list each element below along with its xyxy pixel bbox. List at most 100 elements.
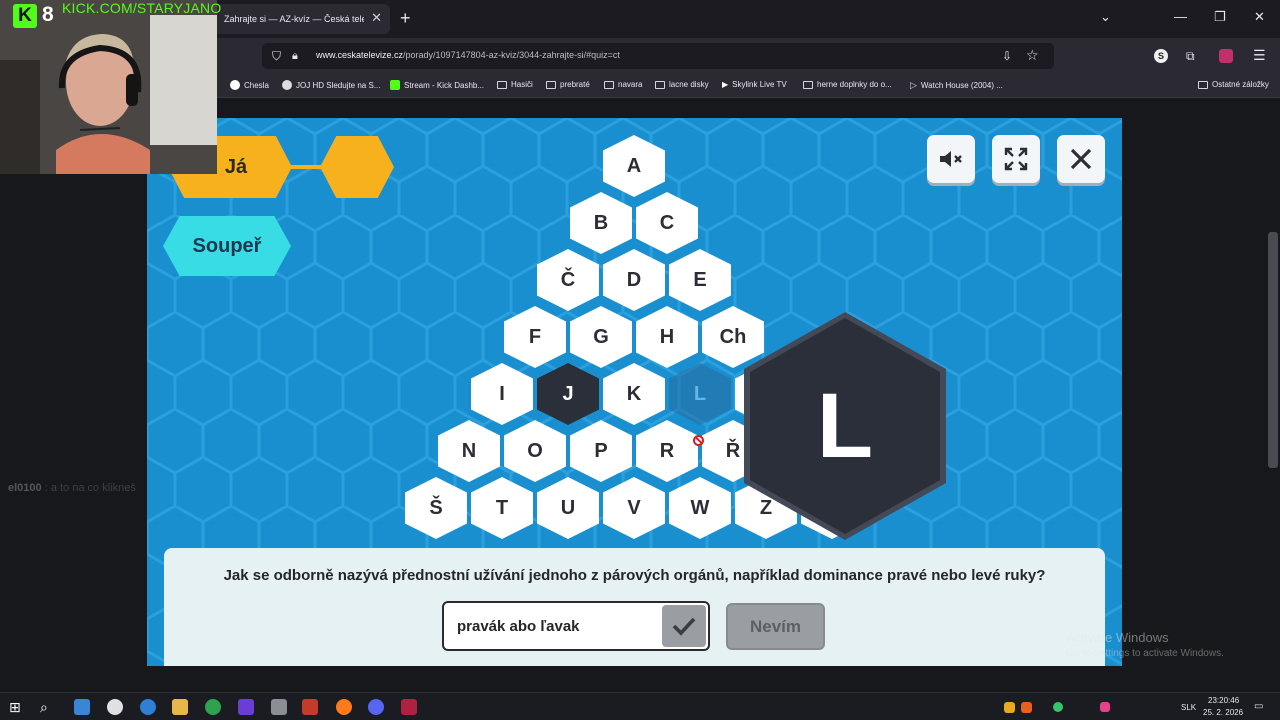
tab-list-chevron-icon[interactable]: ⌄ (1100, 10, 1111, 24)
question-panel: Jak se odborně nazývá přednostní užívání… (164, 548, 1105, 666)
clock-date[interactable]: 25. 2. 2026 (1203, 708, 1243, 717)
google-icon (230, 80, 240, 90)
bookmark-label: JOJ HD Sledujte na S... (296, 80, 381, 90)
save-to-pocket-icon[interactable]: ⇩ (1002, 49, 1012, 63)
bookmark-item[interactable]: lacne disky (655, 80, 709, 89)
discord-icon[interactable] (368, 699, 384, 715)
letter-hex-label: R (659, 439, 675, 462)
viewer-count: 8 (42, 3, 54, 26)
bookmark-item[interactable]: Chesla (230, 80, 269, 90)
activate-windows-subtitle: Go to Settings to activate Windows. (1066, 648, 1224, 659)
folder-icon (604, 80, 614, 89)
player-opponent-label: Soupeř (192, 234, 262, 257)
extensions-icon[interactable]: ⧉ (1186, 49, 1195, 63)
notification-icon[interactable]: ▭ (1254, 701, 1263, 712)
tray-icon[interactable] (1053, 702, 1063, 712)
profile-avatar[interactable]: S (1154, 49, 1168, 63)
taskbar: ⊞ ⌕ SLK 23:20:46 25. 2. 2026 ▭ (0, 692, 1280, 720)
submit-answer-button[interactable] (662, 605, 706, 647)
letter-hex-label: F (528, 325, 542, 348)
bookmark-item[interactable]: navara (604, 80, 642, 89)
letter-hex-label: Z (759, 496, 773, 519)
other-bookmarks-label: Ostatné záložky (1212, 80, 1269, 89)
bookmark-star-icon[interactable]: ☆ (1026, 48, 1039, 62)
letter-hex-label: I (499, 382, 505, 405)
bookmark-item[interactable]: prebraté (546, 80, 590, 89)
maximize-button[interactable]: ❐ (1214, 10, 1226, 24)
close-window-button[interactable]: ✕ (1254, 10, 1265, 24)
letter-hex-label: G (593, 325, 609, 348)
close-game-button[interactable] (1057, 135, 1105, 183)
mute-button[interactable] (927, 135, 975, 183)
app-icon[interactable] (401, 699, 417, 715)
bookmark-item[interactable]: Hasiči (497, 80, 533, 89)
url-text[interactable]: www.ceskatelevize.cz/porady/1097147804-a… (316, 50, 620, 60)
bookmark-item[interactable]: ▶ Skylink Live TV (722, 80, 787, 89)
close-icon (1070, 148, 1092, 170)
clock-time[interactable]: 23:20:46 (1208, 696, 1239, 705)
letter-hex-label: U (560, 496, 576, 519)
bookmark-label: prebraté (560, 80, 590, 89)
tray-icon[interactable] (1021, 702, 1032, 713)
new-tab-button[interactable]: + (400, 9, 411, 27)
windows-start-icon[interactable]: ⊞ (9, 699, 25, 715)
speaker-muted-icon (940, 151, 962, 167)
checkmark-icon (672, 617, 696, 636)
url-host: www.ceskatelevize.cz (316, 50, 404, 60)
minimize-button[interactable]: — (1174, 10, 1187, 24)
bookmark-label: navara (618, 80, 643, 89)
letter-hex-label: Š (429, 496, 443, 519)
explorer-app-icon[interactable] (74, 699, 90, 715)
folder-icon (546, 80, 556, 89)
tray-icon[interactable] (1100, 702, 1110, 712)
letter-hex-label: T (495, 496, 509, 519)
app-icon[interactable] (271, 699, 287, 715)
shield-icon[interactable]: ⛉ (272, 49, 281, 63)
bookmark-item[interactable]: Stream - Kick Dashb... (390, 80, 484, 90)
url-bar[interactable]: ⛉ 🔒︎ www.ceskatelevize.cz/porady/1097147… (262, 43, 1054, 69)
extension-mic-icon[interactable] (1219, 49, 1233, 63)
letter-hex-label: B (593, 211, 609, 234)
tray-icon[interactable] (1004, 702, 1015, 713)
chat-user: el0100 (8, 482, 42, 494)
other-bookmarks[interactable]: Ostatné záložky (1198, 80, 1269, 89)
letter-hex-label: V (627, 496, 641, 519)
letter-hex-label: O (527, 439, 543, 462)
x1-app-icon[interactable] (238, 699, 254, 715)
letter-hex-label: N (461, 439, 477, 462)
folder-app-icon[interactable] (172, 699, 188, 715)
chat-message: el0100 : a to na co klikneš (8, 482, 136, 494)
page-scrollbar[interactable] (1268, 232, 1278, 468)
firefox-icon[interactable] (336, 699, 352, 715)
bookmark-item[interactable]: ▷ Watch House (2004) ... (910, 80, 1003, 91)
clock-app-icon[interactable] (107, 699, 123, 715)
bookmark-label: Hasiči (511, 80, 533, 89)
letter-hex-label: W (690, 496, 710, 519)
browser-tab[interactable]: Zahrajte si — AZ-kvíz — Česká televize ✕ (214, 4, 390, 34)
letter-hex-label: Ř (725, 439, 741, 462)
bookmark-label: herne doplnky do o... (817, 80, 892, 89)
edge-icon[interactable] (140, 699, 156, 715)
folder-icon (803, 80, 813, 89)
question-text: Jak se odborně nazývá přednostní užívání… (223, 567, 1046, 584)
bookmark-item[interactable]: JOJ HD Sledujte na S... (282, 80, 380, 90)
bookmark-item[interactable]: herne doplnky do o... (803, 80, 892, 89)
letter-hex-label: C (659, 211, 675, 234)
chrome-icon[interactable] (205, 699, 221, 715)
dont-know-button[interactable]: Nevím (726, 603, 825, 650)
not-allowed-cursor-icon (693, 435, 704, 446)
language-indicator[interactable]: SLK (1181, 703, 1196, 712)
letter-hex-label: E (693, 268, 707, 291)
answer-input[interactable]: pravák abo ľavak (442, 601, 710, 651)
fullscreen-button[interactable] (992, 135, 1040, 183)
lock-icon[interactable]: 🔒︎ (292, 49, 298, 63)
letter-hex-label: K (626, 382, 642, 405)
play-icon: ▶ (722, 80, 729, 89)
menu-icon[interactable]: ☰ (1253, 48, 1266, 62)
tab-close-icon[interactable]: ✕ (371, 11, 382, 25)
letter-hex-label: Č (560, 268, 576, 291)
folder-icon (497, 80, 507, 89)
search-icon[interactable]: ⌕ (40, 699, 56, 715)
bookmark-label: Watch House (2004) ... (920, 81, 1003, 90)
app-icon[interactable] (302, 699, 318, 715)
